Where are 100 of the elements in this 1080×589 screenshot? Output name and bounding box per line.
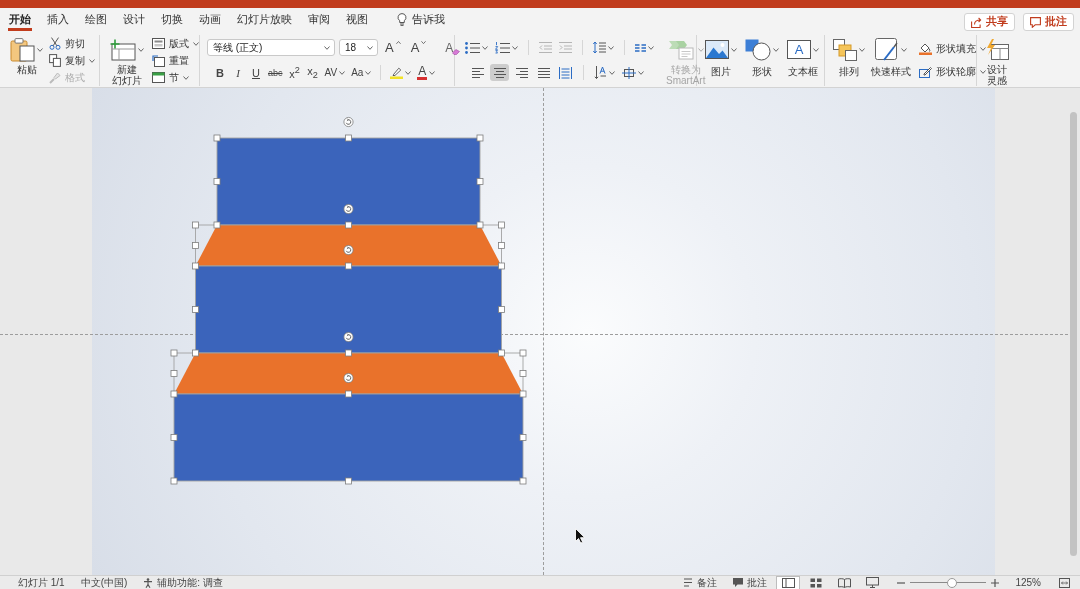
- text-box-button[interactable]: A 文本框: [785, 35, 821, 78]
- font-size-select[interactable]: 18: [339, 39, 378, 56]
- ribbon-tab[interactable]: 绘图: [84, 8, 108, 31]
- ribbon-tab[interactable]: 插入: [46, 8, 70, 31]
- ribbon-tab[interactable]: 视图: [345, 8, 369, 31]
- grow-font-button[interactable]: A: [382, 39, 404, 56]
- resize-handle[interactable]: [476, 178, 484, 185]
- comments-button[interactable]: 批注: [733, 576, 768, 589]
- resize-handle[interactable]: [170, 349, 178, 357]
- reset-button[interactable]: 重置: [152, 53, 199, 68]
- resize-handle[interactable]: [170, 370, 178, 377]
- resize-handle[interactable]: [476, 134, 484, 142]
- notes-button[interactable]: 备注: [683, 576, 718, 589]
- fit-to-window-icon[interactable]: [1059, 577, 1070, 588]
- guide-line[interactable]: [543, 88, 544, 575]
- font-name-select[interactable]: 等线 (正文): [207, 39, 335, 56]
- design-ideas-button[interactable]: 设计 灵感: [983, 35, 1011, 86]
- comments-button[interactable]: 批注: [1023, 13, 1074, 31]
- resize-handle[interactable]: [519, 349, 527, 357]
- change-case-button[interactable]: Aa: [349, 64, 374, 81]
- zoom-out-icon[interactable]: [897, 581, 906, 584]
- resize-handle[interactable]: [192, 306, 199, 313]
- resize-handle[interactable]: [498, 349, 505, 357]
- resize-handle[interactable]: [519, 390, 527, 398]
- rotate-handle-icon[interactable]: [343, 204, 354, 214]
- shapes-button[interactable]: 形状: [743, 35, 781, 78]
- superscript-button[interactable]: x$^{2}$: [286, 64, 303, 81]
- font-color-button[interactable]: A: [415, 64, 438, 81]
- resize-handle[interactable]: [170, 434, 178, 441]
- shape-outline-button[interactable]: 形状轮廓: [919, 64, 986, 79]
- character-spacing-button[interactable]: AV: [322, 64, 348, 81]
- strikethrough-button[interactable]: abc: [266, 64, 285, 81]
- resize-handle[interactable]: [345, 221, 352, 229]
- scrollbar-thumb[interactable]: [1070, 112, 1077, 556]
- clear-formatting-button[interactable]: A: [443, 39, 463, 56]
- rotate-handle-icon[interactable]: [343, 373, 354, 383]
- new-slide-button[interactable]: 新建 幻灯片: [108, 35, 146, 86]
- center-button[interactable]: [490, 64, 509, 81]
- slider-thumb[interactable]: [947, 577, 958, 588]
- resize-handle[interactable]: [519, 434, 527, 441]
- resize-handle[interactable]: [170, 477, 178, 485]
- trapezoid-shape[interactable]: [195, 224, 502, 267]
- quick-styles-button[interactable]: 快速样式: [869, 35, 913, 78]
- rotate-handle-icon[interactable]: [343, 332, 354, 342]
- zoom-level[interactable]: 125%: [1015, 576, 1041, 589]
- resize-handle[interactable]: [519, 477, 527, 485]
- shrink-font-button[interactable]: A: [407, 39, 430, 56]
- resize-handle[interactable]: [345, 390, 352, 398]
- rotate-handle-icon[interactable]: [343, 117, 354, 127]
- line-spacing-button[interactable]: [591, 39, 616, 56]
- resize-handle[interactable]: [345, 134, 352, 142]
- language-label[interactable]: 中文(中国): [80, 576, 128, 589]
- resize-handle[interactable]: [345, 477, 352, 485]
- accessibility-button[interactable]: 辅助功能: 调查: [143, 576, 223, 589]
- resize-handle[interactable]: [498, 306, 505, 313]
- resize-handle[interactable]: [498, 262, 505, 270]
- rectangle-shape[interactable]: [216, 137, 481, 226]
- resize-handle[interactable]: [213, 178, 221, 185]
- bold-button[interactable]: B: [212, 64, 228, 81]
- numbering-button[interactable]: [493, 39, 520, 56]
- text-direction-button[interactable]: [592, 64, 617, 81]
- ribbon-tab[interactable]: 动画: [198, 8, 222, 31]
- underline-button[interactable]: U: [248, 64, 264, 81]
- ribbon-tab[interactable]: 切换: [160, 8, 184, 31]
- resize-handle[interactable]: [498, 242, 505, 249]
- ribbon-tab[interactable]: 设计: [122, 8, 146, 31]
- resize-handle[interactable]: [476, 221, 484, 229]
- resize-handle[interactable]: [192, 349, 199, 357]
- resize-handle[interactable]: [345, 262, 352, 270]
- tell-me-button[interactable]: 告诉我: [395, 8, 447, 31]
- copy-button[interactable]: 复制: [49, 53, 95, 68]
- ribbon-tab[interactable]: 审阅: [307, 8, 331, 31]
- distributed-button[interactable]: [556, 64, 575, 81]
- cut-button[interactable]: 剪切: [49, 36, 95, 51]
- resize-handle[interactable]: [498, 221, 505, 229]
- resize-handle[interactable]: [192, 242, 199, 249]
- resize-handle[interactable]: [213, 134, 221, 142]
- trapezoid-shape[interactable]: [173, 352, 524, 395]
- resize-handle[interactable]: [170, 390, 178, 398]
- ribbon-tab[interactable]: 幻灯片放映: [236, 8, 293, 31]
- resize-handle[interactable]: [345, 349, 352, 357]
- rotate-handle-icon[interactable]: [343, 245, 354, 255]
- bullets-button[interactable]: [463, 39, 490, 56]
- subscript-button[interactable]: x$_{2}$: [304, 64, 321, 81]
- resize-handle[interactable]: [192, 221, 199, 229]
- zoom-in-icon[interactable]: [991, 578, 1000, 587]
- arrange-button[interactable]: 排列: [831, 35, 867, 78]
- resize-handle[interactable]: [519, 370, 527, 377]
- layout-button[interactable]: 版式: [152, 36, 199, 51]
- share-button[interactable]: 共享: [964, 13, 1015, 31]
- italic-button[interactable]: I: [230, 64, 246, 81]
- shape-fill-button[interactable]: 形状填充: [919, 41, 986, 56]
- resize-handle[interactable]: [213, 221, 221, 229]
- section-button[interactable]: 节: [152, 70, 199, 85]
- guide-line[interactable]: [0, 334, 1068, 335]
- ribbon-tab[interactable]: 开始: [8, 8, 32, 31]
- normal-view-button[interactable]: [777, 576, 800, 589]
- resize-handle[interactable]: [192, 262, 199, 270]
- align-text-button[interactable]: [620, 64, 646, 81]
- paste-button[interactable]: 粘贴: [8, 35, 45, 76]
